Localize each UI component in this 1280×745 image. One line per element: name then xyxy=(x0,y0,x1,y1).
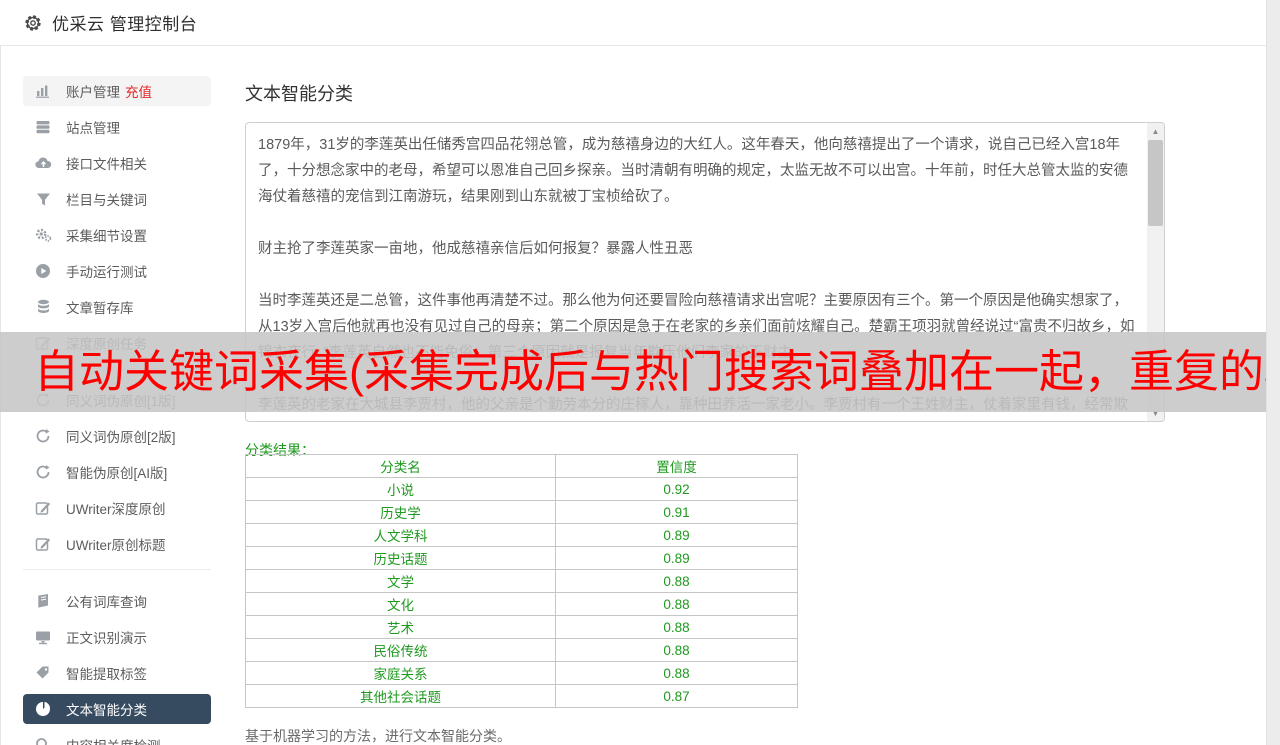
category-cell: 家庭关系 xyxy=(246,662,556,685)
book-icon xyxy=(34,592,52,610)
sidebar-item-label: UWriter原创标题 xyxy=(66,534,166,554)
confidence-cell: 0.89 xyxy=(556,547,798,570)
gear-icon[interactable] xyxy=(24,14,42,32)
sidebar-item-label: 正文识别演示 xyxy=(66,627,147,647)
table-row: 历史学 0.91 xyxy=(246,501,798,524)
confidence-cell: 0.91 xyxy=(556,501,798,524)
category-cell: 人文学科 xyxy=(246,524,556,547)
filter-icon xyxy=(34,190,52,208)
sidebar-item-uwriter-deep[interactable]: UWriter深度原创 xyxy=(23,493,211,523)
page-title: 文本智能分类 xyxy=(245,80,1166,106)
confidence-cell: 0.88 xyxy=(556,570,798,593)
confidence-cell: 0.88 xyxy=(556,593,798,616)
watermark-text: 自动关键词采集(采集完成后与热门搜索词叠加在一起，重复的项 xyxy=(0,332,1266,412)
table-row: 艺术 0.88 xyxy=(246,616,798,639)
classification-table: 分类名 置信度 小说 0.92 历史学 0.91 人文学科 0.89 xyxy=(245,454,798,708)
document-paragraph: 1879年，31岁的李莲英出任储秀宫四品花翎总管，成为慈禧身边的大红人。这年春天… xyxy=(258,132,1135,210)
confidence-cell: 0.88 xyxy=(556,616,798,639)
sidebar-item-label: UWriter深度原创 xyxy=(66,498,166,518)
category-cell: 小说 xyxy=(246,478,556,501)
app-window: 优采云 管理控制台 账户管理 充值 站点管理 xyxy=(0,0,1280,745)
category-cell: 民俗传统 xyxy=(246,639,556,662)
watermark-overlay-band: 自动关键词采集(采集完成后与热门搜索词叠加在一起，重复的项 xyxy=(0,332,1266,412)
sidebar-item-label: 同义词伪原创[2版] xyxy=(66,426,176,446)
table-row: 人文学科 0.89 xyxy=(246,524,798,547)
tag-icon xyxy=(34,664,52,682)
sidebar-item-text-classification[interactable]: 文本智能分类 xyxy=(23,694,211,724)
sidebar-item-label: 文章暂存库 xyxy=(66,297,134,317)
play-circle-icon xyxy=(34,262,52,280)
bar-chart-icon xyxy=(34,82,52,100)
gears-icon xyxy=(34,226,52,244)
sidebar-item-relevance-check[interactable]: 内容相关度检测 xyxy=(23,730,211,745)
database-icon xyxy=(34,298,52,316)
edit-icon xyxy=(34,499,52,517)
category-cell: 历史学 xyxy=(246,501,556,524)
recharge-badge[interactable]: 充值 xyxy=(125,81,152,101)
refresh-icon xyxy=(34,427,52,445)
table-row: 民俗传统 0.88 xyxy=(246,639,798,662)
sidebar-item-body-recognition[interactable]: 正文识别演示 xyxy=(23,622,211,652)
sidebar-item-label: 文本智能分类 xyxy=(66,699,147,719)
confidence-cell: 0.92 xyxy=(556,478,798,501)
column-header-category: 分类名 xyxy=(246,455,556,478)
confidence-cell: 0.88 xyxy=(556,639,798,662)
sidebar-item-label: 栏目与关键词 xyxy=(66,189,147,209)
table-row: 文学 0.88 xyxy=(246,570,798,593)
cloud-upload-icon xyxy=(34,154,52,172)
column-header-confidence: 置信度 xyxy=(556,455,798,478)
sidebar-item-label: 账户管理 xyxy=(66,81,120,101)
table-row: 文化 0.88 xyxy=(246,593,798,616)
sidebar-item-account[interactable]: 账户管理 充值 xyxy=(23,76,211,106)
header-bar: 优采云 管理控制台 xyxy=(0,0,1280,46)
confidence-cell: 0.87 xyxy=(556,685,798,708)
sidebar-item-label: 接口文件相关 xyxy=(66,153,147,173)
sidebar-item-public-lexicon[interactable]: 公有词库查询 xyxy=(23,586,211,616)
refresh-icon xyxy=(34,463,52,481)
table-row: 家庭关系 0.88 xyxy=(246,662,798,685)
monitor-icon xyxy=(34,628,52,646)
sidebar-item-label: 智能伪原创[AI版] xyxy=(66,462,167,482)
category-cell: 文化 xyxy=(246,593,556,616)
sidebar-item-article-store[interactable]: 文章暂存库 xyxy=(23,292,211,322)
confidence-cell: 0.89 xyxy=(556,524,798,547)
sidebar-item-label: 站点管理 xyxy=(66,117,120,137)
category-cell: 其他社会话题 xyxy=(246,685,556,708)
table-row: 历史话题 0.89 xyxy=(246,547,798,570)
table-header-row: 分类名 置信度 xyxy=(246,455,798,478)
sidebar-item-collection-settings[interactable]: 采集细节设置 xyxy=(23,220,211,250)
scroll-up-arrow-icon[interactable]: ▲ xyxy=(1147,123,1164,139)
sidebar-item-label: 公有词库查询 xyxy=(66,591,147,611)
confidence-cell: 0.88 xyxy=(556,662,798,685)
page-scrollbar[interactable] xyxy=(1266,0,1280,745)
sidebar-item-columns-keywords[interactable]: 栏目与关键词 xyxy=(23,184,211,214)
category-cell: 文学 xyxy=(246,570,556,593)
sidebar-item-label: 内容相关度检测 xyxy=(66,735,161,745)
main-content: 文本智能分类 1879年，31岁的李莲英出任储秀宫四品花翎总管，成为慈禧身边的大… xyxy=(245,46,1166,106)
category-cell: 艺术 xyxy=(246,616,556,639)
app-title: 优采云 管理控制台 xyxy=(52,10,197,35)
sidebar-item-label: 手动运行测试 xyxy=(66,261,147,281)
sidebar-item-label: 采集细节设置 xyxy=(66,225,147,245)
sidebar-item-manual-test[interactable]: 手动运行测试 xyxy=(23,256,211,286)
table-row: 其他社会话题 0.87 xyxy=(246,685,798,708)
sidebar-item-interface-files[interactable]: 接口文件相关 xyxy=(23,148,211,178)
sidebar-item-label: 智能提取标签 xyxy=(66,663,147,683)
scrollbar-thumb[interactable] xyxy=(1148,140,1163,226)
document-paragraph: 财主抢了李莲英家一亩地，他成慈禧亲信后如何报复？暴露人性丑恶 xyxy=(258,236,1135,262)
edit-icon xyxy=(34,535,52,553)
pie-chart-icon xyxy=(34,700,52,718)
description-note: 基于机器学习的方法，进行文本智能分类。 xyxy=(245,726,511,745)
table-row: 小说 0.92 xyxy=(246,478,798,501)
sidebar-item-smart-ai[interactable]: 智能伪原创[AI版] xyxy=(23,457,211,487)
category-cell: 历史话题 xyxy=(246,547,556,570)
sidebar-item-synonym-v2[interactable]: 同义词伪原创[2版] xyxy=(23,421,211,451)
sidebar-item-uwriter-title[interactable]: UWriter原创标题 xyxy=(23,529,211,559)
sidebar-item-sites[interactable]: 站点管理 xyxy=(23,112,211,142)
sidebar-divider xyxy=(23,569,211,570)
server-icon xyxy=(34,118,52,136)
sidebar-item-smart-tags[interactable]: 智能提取标签 xyxy=(23,658,211,688)
magnifier-icon xyxy=(34,736,52,745)
